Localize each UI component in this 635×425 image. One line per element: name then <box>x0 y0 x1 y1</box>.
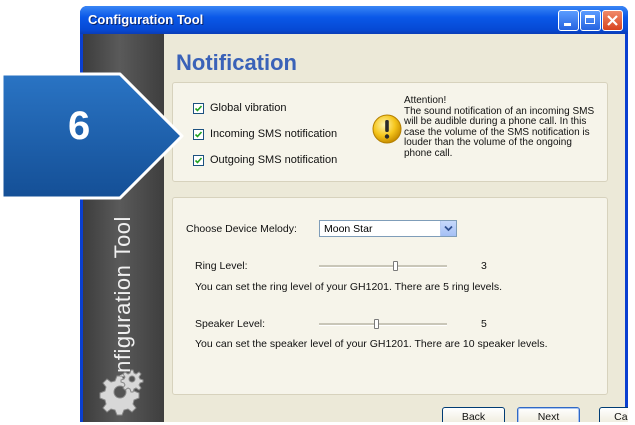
outgoing-sms-option[interactable]: Outgoing SMS notification <box>193 154 337 166</box>
speaker-level-help: You can set the speaker level of your GH… <box>195 338 548 350</box>
window-title: Configuration Tool <box>88 12 204 27</box>
melody-select[interactable]: Moon Star <box>319 220 457 237</box>
back-button[interactable]: Back <box>442 407 505 422</box>
melody-label: Choose Device Melody: <box>186 223 297 235</box>
sound-panel: Choose Device Melody: Moon Star Ring Lev… <box>172 197 608 395</box>
slider-thumb[interactable] <box>374 319 379 329</box>
speaker-level-label: Speaker Level: <box>195 318 266 330</box>
dropdown-button[interactable] <box>440 221 456 236</box>
slider-thumb[interactable] <box>393 261 398 271</box>
notification-panel: Global vibration Incoming SMS notificati… <box>172 82 608 182</box>
checkmark-icon <box>194 156 203 164</box>
speaker-level-value: 5 <box>481 318 487 330</box>
close-button[interactable] <box>602 10 623 31</box>
maximize-icon <box>581 11 600 30</box>
warning-icon <box>372 114 402 144</box>
minimize-button[interactable] <box>558 10 579 31</box>
slider-track <box>319 323 447 326</box>
title-bar[interactable]: Configuration Tool <box>80 6 628 34</box>
attention-heading: Attention! <box>404 95 447 106</box>
melody-value: Moon Star <box>324 223 373 235</box>
outgoing-sms-checkbox[interactable] <box>193 154 204 166</box>
incoming-sms-checkbox[interactable] <box>193 128 204 140</box>
incoming-sms-option[interactable]: Incoming SMS notification <box>193 128 337 140</box>
minimize-icon <box>559 11 578 30</box>
global-vibration-checkbox[interactable] <box>193 102 204 114</box>
page-title: Notification <box>176 50 297 75</box>
incoming-sms-label: Incoming SMS notification <box>210 128 338 140</box>
outgoing-sms-label: Outgoing SMS notification <box>210 154 338 166</box>
global-vibration-option[interactable]: Global vibration <box>193 102 286 114</box>
gear-icon <box>99 369 144 416</box>
global-vibration-label: Global vibration <box>210 102 287 114</box>
ring-level-slider[interactable] <box>319 261 447 271</box>
ring-level-value: 3 <box>481 260 487 272</box>
ring-level-label: Ring Level: <box>195 260 248 272</box>
attention-text: The sound notification of an incoming SM… <box>404 105 595 159</box>
content-area: Notification Global vibration Incoming S… <box>164 34 628 422</box>
next-button[interactable]: Next <box>517 407 580 422</box>
checkmark-icon <box>194 130 203 138</box>
maximize-button[interactable] <box>580 10 601 31</box>
slider-track <box>319 265 447 268</box>
checkmark-icon <box>194 104 203 112</box>
attention-message: Attention! The sound notification of an … <box>404 95 599 159</box>
cancel-button[interactable]: Cancel <box>599 407 628 422</box>
close-icon <box>607 15 618 26</box>
step-number: 6 <box>68 104 91 148</box>
chevron-down-icon <box>444 225 453 232</box>
speaker-level-slider[interactable] <box>319 319 447 329</box>
step-badge-arrow <box>0 72 184 200</box>
ring-level-help: You can set the ring level of your GH120… <box>195 281 503 293</box>
